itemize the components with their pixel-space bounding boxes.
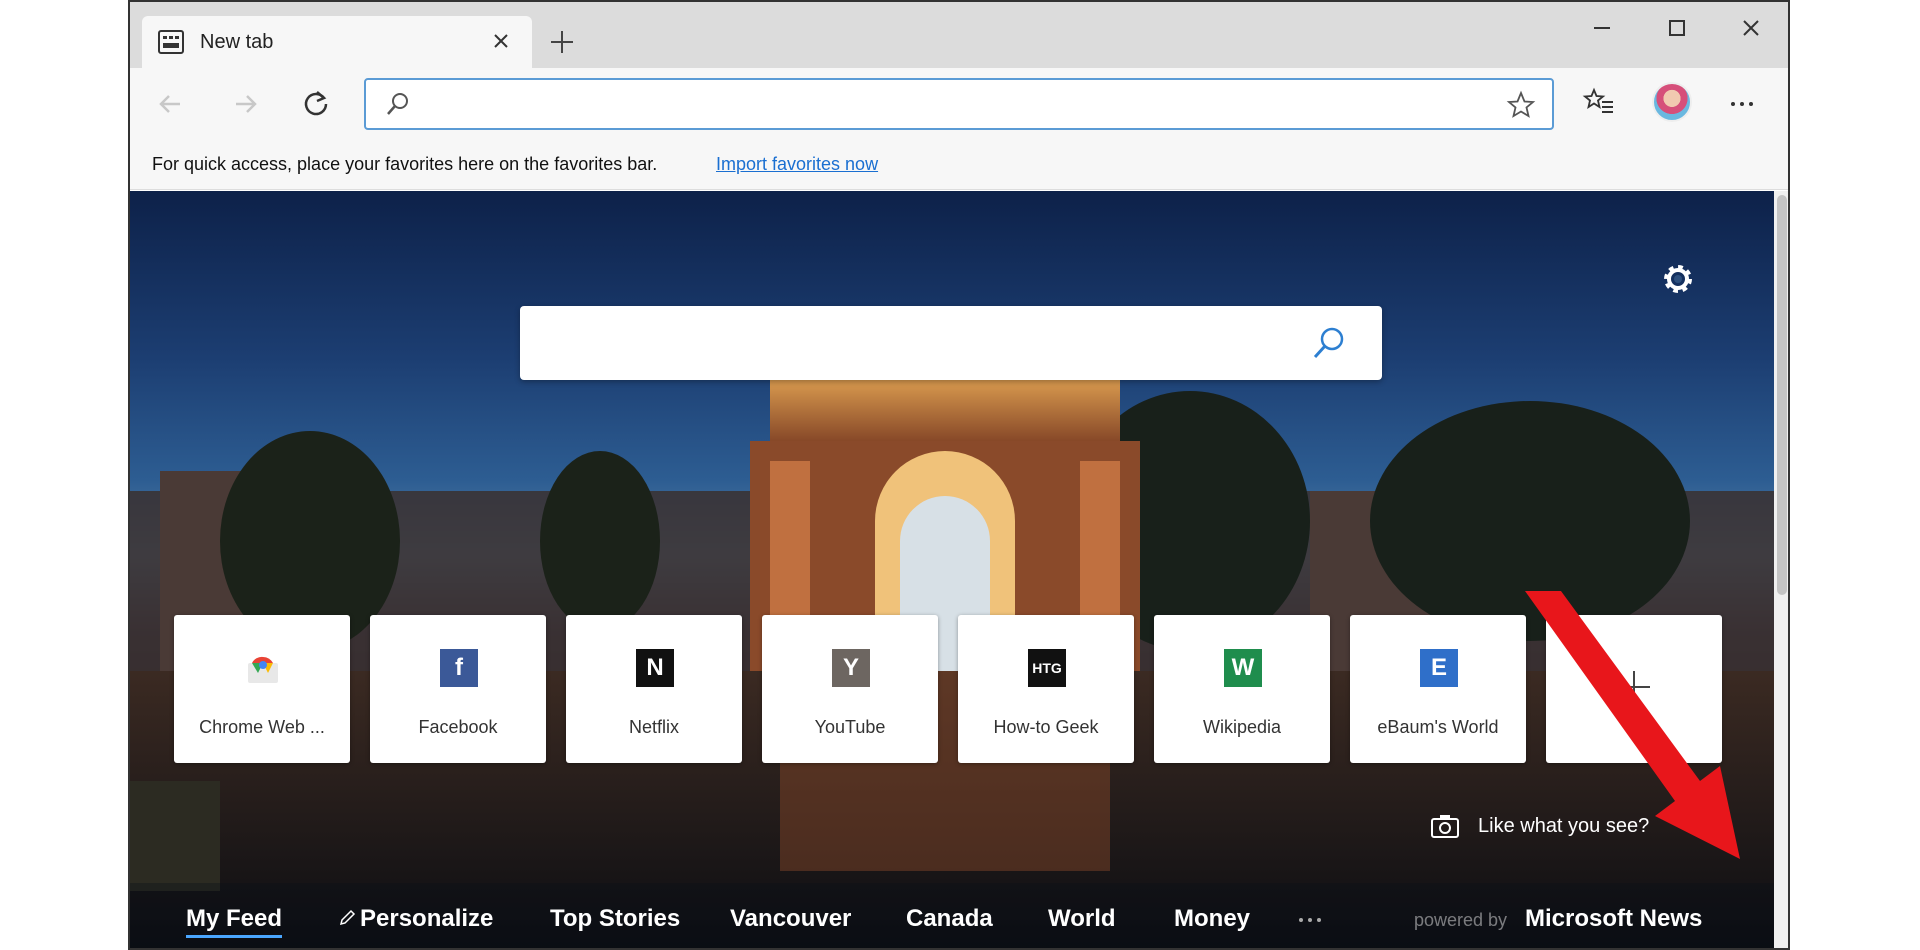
search-icon[interactable] <box>1310 324 1348 362</box>
forward-arrow-icon[interactable] <box>228 86 264 122</box>
close-tab-icon[interactable] <box>488 28 514 54</box>
tile-label: Netflix <box>628 717 679 737</box>
tile-label: Facebook <box>418 717 498 737</box>
tab-canada[interactable]: Canada <box>906 905 993 933</box>
tile-label: eBaum's World <box>1377 717 1499 737</box>
ebaumsworld-icon: E <box>1420 649 1458 687</box>
tab-top-stories[interactable]: Top Stories <box>550 905 680 933</box>
facebook-icon: f <box>440 649 478 687</box>
tile-wikipedia[interactable]: W Wikipedia <box>1154 615 1330 763</box>
address-input[interactable] <box>424 86 1484 122</box>
netflix-icon: N <box>636 649 674 687</box>
close-window-icon[interactable] <box>1737 14 1765 42</box>
web-search-input[interactable] <box>544 324 1304 362</box>
favorites-list-icon[interactable] <box>1582 85 1616 119</box>
pencil-icon <box>339 909 356 926</box>
wikipedia-icon: W <box>1224 649 1262 687</box>
tab-new-tab[interactable]: New tab <box>142 16 532 70</box>
youtube-icon: Y <box>832 649 870 687</box>
tile-chrome-web-store[interactable]: Chrome Web ... <box>174 615 350 763</box>
tab-money[interactable]: Money <box>1174 905 1250 933</box>
favorites-bar-message: For quick access, place your favorites h… <box>152 154 658 174</box>
tile-label: YouTube <box>814 717 886 737</box>
refresh-icon[interactable] <box>298 86 334 122</box>
scrollbar-thumb[interactable] <box>1777 195 1787 595</box>
new-tab-page: Chrome Web ... f Facebook N Netflix Y Yo… <box>130 191 1774 948</box>
address-bar[interactable] <box>364 78 1554 130</box>
back-arrow-icon[interactable] <box>152 86 188 122</box>
tile-label: How-to Geek <box>993 717 1099 737</box>
tab-title: New tab <box>200 31 274 53</box>
powered-by-label: powered by <box>1414 910 1508 930</box>
camera-icon <box>1431 815 1459 838</box>
new-tab-page-icon <box>158 30 184 54</box>
profile-avatar[interactable] <box>1652 82 1692 122</box>
tile-label: Chrome Web ... <box>199 717 325 737</box>
search-icon <box>387 93 408 115</box>
web-search-box[interactable] <box>520 306 1382 380</box>
tile-label: Wikipedia <box>1202 717 1282 737</box>
more-options-icon[interactable] <box>1724 86 1760 122</box>
favorite-star-icon[interactable] <box>1506 90 1536 120</box>
howtogeek-icon: HTG <box>1028 649 1066 687</box>
news-feed-nav: My Feed Personalize Top Stories Vancouve… <box>130 883 1774 948</box>
tab-my-feed[interactable]: My Feed <box>186 905 283 938</box>
tab-personalize[interactable]: Personalize <box>360 905 493 933</box>
scrollbar[interactable] <box>1774 191 1788 948</box>
microsoft-news-brand: Microsoft News <box>1525 905 1703 932</box>
import-favorites-link[interactable]: Import favorites now <box>716 154 878 175</box>
new-tab-plus-icon[interactable] <box>548 28 576 56</box>
browser-window: New tab For quick access, place your fav… <box>128 0 1790 950</box>
chrome-web-store-icon <box>248 656 278 683</box>
tile-netflix[interactable]: N Netflix <box>566 615 742 763</box>
settings-gear-icon[interactable] <box>1658 259 1698 299</box>
tile-facebook[interactable]: f Facebook <box>370 615 546 763</box>
maximize-icon[interactable] <box>1663 14 1691 42</box>
tile-youtube[interactable]: Y YouTube <box>762 615 938 763</box>
minimize-icon[interactable] <box>1588 14 1616 42</box>
tab-strip: New tab <box>130 2 1788 70</box>
tile-ebaums-world[interactable]: E eBaum's World <box>1350 615 1526 763</box>
tile-how-to-geek[interactable]: HTG How-to Geek <box>958 615 1134 763</box>
toolbar <box>130 68 1788 140</box>
annotation-arrow-icon <box>1525 591 1740 859</box>
tab-vancouver[interactable]: Vancouver <box>730 905 851 933</box>
more-feed-icon[interactable] <box>1296 915 1324 925</box>
favorites-bar: For quick access, place your favorites h… <box>130 140 1788 190</box>
tab-world[interactable]: World <box>1048 905 1116 933</box>
top-sites: Chrome Web ... f Facebook N Netflix Y Yo… <box>174 615 1754 763</box>
